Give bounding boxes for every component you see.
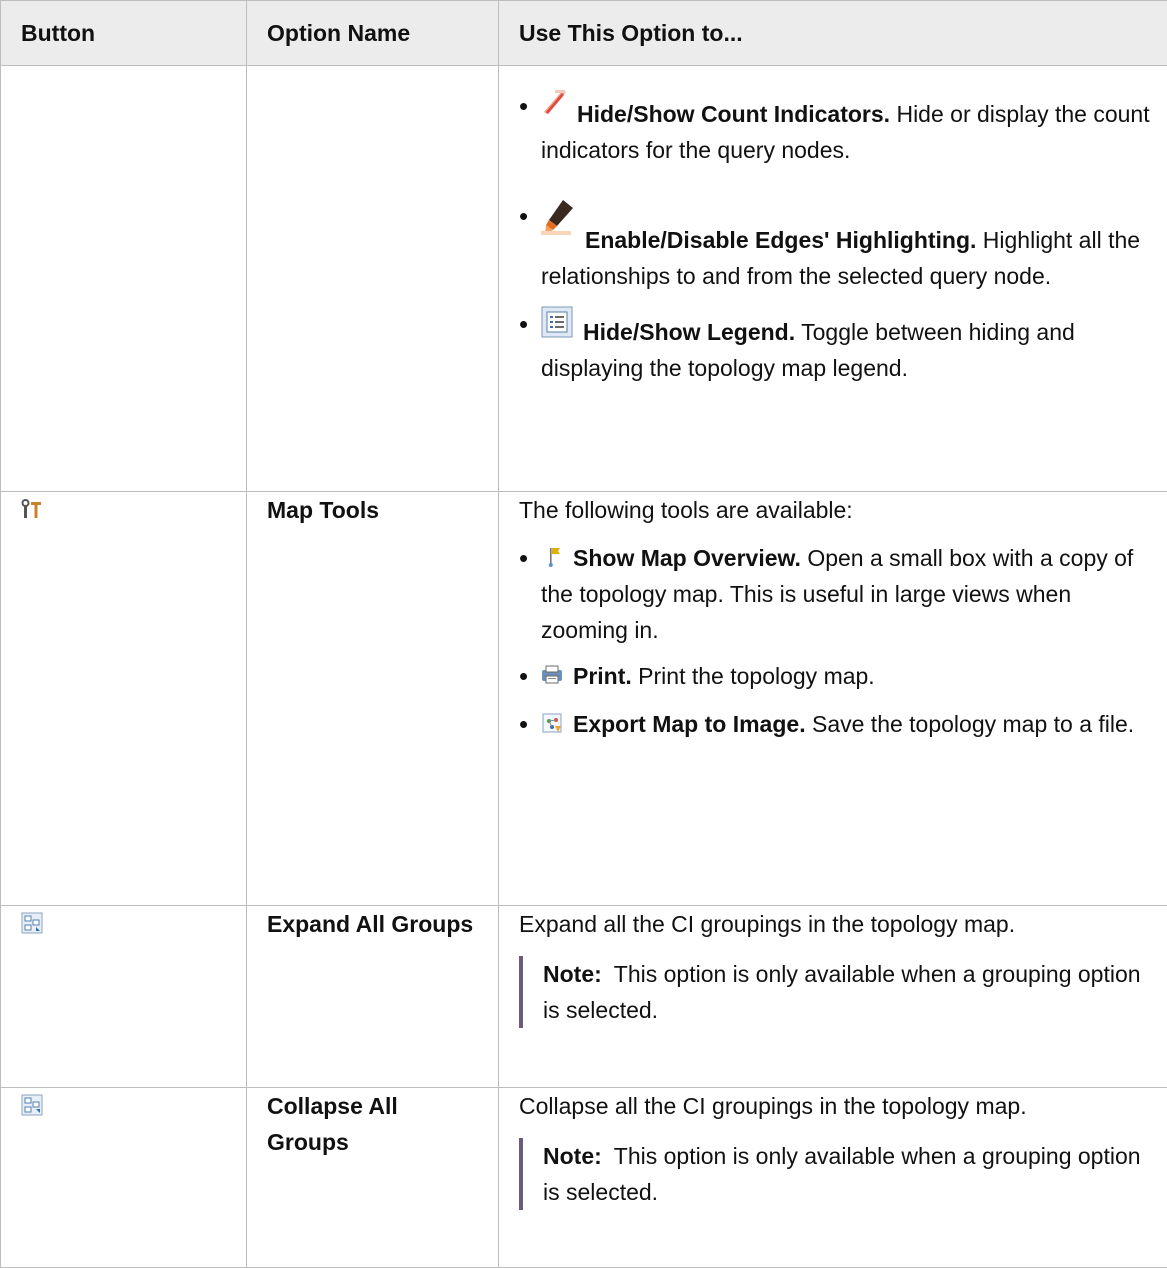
item-title: Hide/Show Legend. bbox=[583, 319, 796, 345]
item-title: Show Map Overview. bbox=[573, 545, 801, 571]
list-item: Print. Print the topology map. bbox=[519, 658, 1154, 694]
table-row: Expand All Groups Expand all the CI grou… bbox=[0, 905, 1167, 1088]
use-cell: Hide/Show Count Indicators. Hide or disp… bbox=[498, 65, 1167, 492]
list-item: Enable/Disable Edges' Highlighting. High… bbox=[519, 192, 1154, 294]
print-icon bbox=[541, 664, 563, 686]
option-description: Collapse all the CI groupings in the top… bbox=[519, 1093, 1027, 1119]
options-table: Button Option Name Use This Option to...… bbox=[0, 0, 1167, 1268]
note-text: This option is only available when a gro… bbox=[543, 961, 1141, 1023]
option-name-cell: Map Tools bbox=[246, 491, 499, 906]
use-cell: Expand all the CI groupings in the topol… bbox=[498, 905, 1167, 1088]
export-image-icon bbox=[541, 712, 563, 734]
note-label: Note: bbox=[543, 961, 602, 987]
list-item: Export Map to Image. Save the topology m… bbox=[519, 706, 1154, 742]
option-name-cell: Collapse All Groups bbox=[246, 1087, 499, 1268]
note-label: Note: bbox=[543, 1143, 602, 1169]
note-block: Note: This option is only available when… bbox=[519, 956, 1154, 1028]
use-cell: The following tools are available: Show … bbox=[498, 491, 1167, 906]
table-header-row: Button Option Name Use This Option to... bbox=[0, 0, 1167, 66]
count-indicators-icon bbox=[541, 88, 567, 114]
table-row: Hide/Show Count Indicators. Hide or disp… bbox=[0, 65, 1167, 492]
list-item: Hide/Show Count Indicators. Hide or disp… bbox=[519, 88, 1154, 168]
header-use: Use This Option to... bbox=[498, 0, 1167, 66]
note-text: This option is only available when a gro… bbox=[543, 1143, 1141, 1205]
option-name-cell bbox=[246, 65, 499, 492]
tool-list: Hide/Show Count Indicators. Hide or disp… bbox=[519, 88, 1154, 386]
note-block: Note: This option is only available when… bbox=[519, 1138, 1154, 1210]
map-overview-icon bbox=[541, 546, 563, 568]
item-title: Print. bbox=[573, 663, 632, 689]
item-title: Enable/Disable Edges' Highlighting. bbox=[585, 227, 977, 253]
collapse-groups-icon bbox=[21, 1094, 43, 1116]
item-text: Save the topology map to a file. bbox=[811, 711, 1135, 737]
map-tools-icon bbox=[21, 498, 43, 520]
expand-groups-icon bbox=[21, 912, 43, 934]
item-text: Print the topology map. bbox=[638, 663, 875, 689]
option-description: Expand all the CI groupings in the topol… bbox=[519, 911, 1016, 937]
legend-icon bbox=[541, 306, 573, 338]
highlighter-icon bbox=[541, 198, 575, 236]
option-name-cell: Expand All Groups bbox=[246, 905, 499, 1088]
item-title: Export Map to Image. bbox=[573, 711, 806, 737]
button-cell bbox=[0, 65, 247, 492]
item-title: Hide/Show Count Indicators. bbox=[577, 101, 891, 127]
button-cell bbox=[0, 1087, 247, 1268]
use-cell: Collapse all the CI groupings in the top… bbox=[498, 1087, 1167, 1268]
table-row: Collapse All Groups Collapse all the CI … bbox=[0, 1087, 1167, 1268]
button-cell bbox=[0, 905, 247, 1088]
button-cell bbox=[0, 491, 247, 906]
header-button: Button bbox=[0, 0, 247, 66]
list-item: Show Map Overview. Open a small box with… bbox=[519, 540, 1154, 648]
list-item: Hide/Show Legend. Toggle between hiding … bbox=[519, 306, 1154, 386]
header-option-name: Option Name bbox=[246, 0, 499, 66]
table-row: Map Tools The following tools are availa… bbox=[0, 491, 1167, 906]
tool-list: Show Map Overview. Open a small box with… bbox=[519, 540, 1154, 742]
tools-intro: The following tools are available: bbox=[519, 497, 853, 523]
